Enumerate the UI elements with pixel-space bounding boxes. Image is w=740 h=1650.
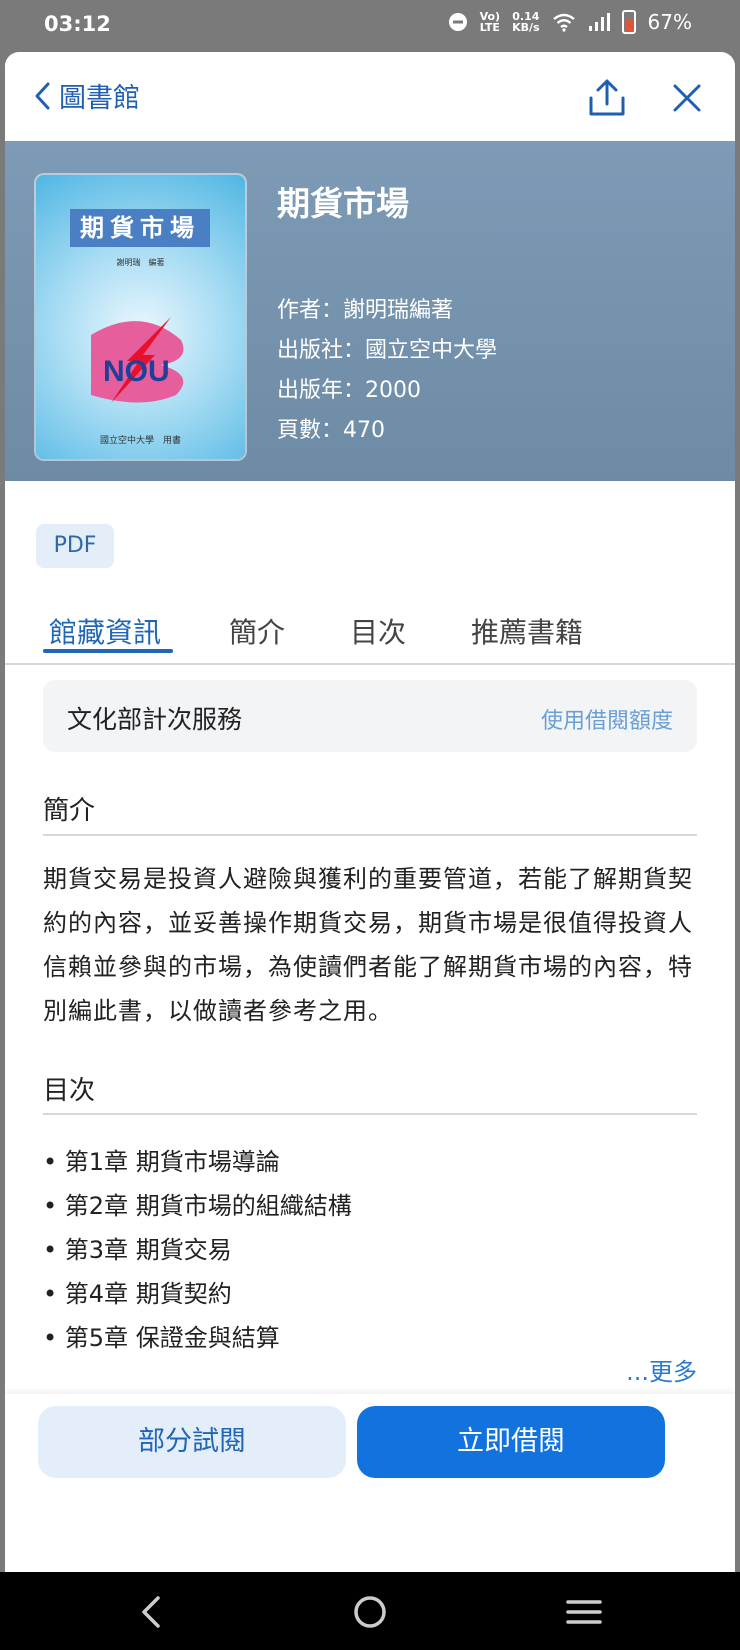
preview-button[interactable]: 部分試閱 <box>38 1406 346 1478</box>
nou-logo: NOU <box>91 317 184 403</box>
toc-item: 第3章 期貨交易 <box>43 1228 352 1272</box>
signal-icon <box>588 13 610 31</box>
toc-item: 第4章 期貨契約 <box>43 1272 352 1316</box>
toc-more-link[interactable]: ...更多 <box>626 1352 697 1387</box>
use-quota-link[interactable]: 使用借閱額度 <box>541 703 673 735</box>
format-badge: PDF <box>36 524 114 568</box>
tab-intro[interactable]: 簡介 <box>229 611 285 651</box>
nav-menu-icon[interactable] <box>562 1590 606 1634</box>
status-time: 03:12 <box>44 12 111 36</box>
book-pages: 頁數：470 <box>277 418 385 443</box>
network-type-bottom: LTE <box>479 21 500 34</box>
intro-divider <box>43 834 697 836</box>
toc-item: 第5章 保證金與結算 <box>43 1316 352 1360</box>
intro-heading: 簡介 <box>43 796 96 826</box>
nav-back-icon[interactable] <box>130 1590 174 1634</box>
cover-title: 期貨市場 <box>70 209 210 247</box>
book-publisher: 出版社：國立空中大學 <box>277 338 498 363</box>
chevron-left-icon <box>35 82 50 109</box>
action-bar: 部分試閱 立即借閱 <box>5 1394 735 1572</box>
book-meta: 作者：謝明瑞編著 出版社：國立空中大學 出版年：2000 頁數：470 <box>277 291 497 451</box>
tab-bar: 館藏資訊 簡介 目次 推薦書籍 <box>5 597 735 665</box>
tab-collection-info[interactable]: 館藏資訊 <box>49 611 161 651</box>
toc-divider <box>43 1113 697 1115</box>
battery-icon <box>621 10 636 34</box>
system-nav-bar <box>0 1572 740 1650</box>
toc-item: 第2章 期貨市場的組織結構 <box>43 1184 352 1228</box>
tab-indicator <box>43 649 173 653</box>
book-author: 作者：謝明瑞編著 <box>277 298 454 323</box>
top-bar: 圖書館 <box>5 52 735 140</box>
network-speed: 0.14 KB/s <box>512 11 539 33</box>
status-icons: Vo) LTE 0.14 KB/s 67% <box>448 10 692 34</box>
dnd-icon <box>448 13 467 31</box>
share-icon[interactable] <box>585 76 629 120</box>
tab-toc[interactable]: 目次 <box>350 611 406 651</box>
intro-text: 期貨交易是投資人避險與獲利的重要管道，若能了解期貨契約的內容，並妥善操作期貨交易… <box>43 865 693 1025</box>
cover-publisher: 國立空中大學 用書 <box>99 436 181 446</box>
toc-heading: 目次 <box>43 1076 96 1106</box>
tab-recommended[interactable]: 推薦書籍 <box>471 611 583 651</box>
cover-author: 謝明瑞 編著 <box>116 258 165 267</box>
book-detail-sheet: 圖書館 期貨市場 謝明瑞 編著 NOU 國立空中大學 用書 期貨市場 作者：謝明… <box>5 52 735 1572</box>
network-type: Vo) LTE <box>480 11 501 33</box>
status-bar: 03:12 Vo) LTE 0.14 KB/s 67% <box>0 0 740 52</box>
nav-home-icon[interactable] <box>348 1590 392 1634</box>
service-label: 文化部計次服務 <box>67 705 243 734</box>
book-cover: 期貨市場 謝明瑞 編著 NOU 國立空中大學 用書 <box>36 175 245 459</box>
borrow-button[interactable]: 立即借閱 <box>357 1406 665 1478</box>
book-header: 期貨市場 謝明瑞 編著 NOU 國立空中大學 用書 期貨市場 作者：謝明瑞編著 … <box>5 141 735 481</box>
service-card: 文化部計次服務 使用借閱額度 <box>43 680 697 752</box>
close-icon[interactable] <box>665 76 709 120</box>
book-year: 出版年：2000 <box>277 378 421 403</box>
toc-item: 第1章 期貨市場導論 <box>43 1140 352 1184</box>
cover-logo-text: NOU <box>103 355 170 388</box>
book-title: 期貨市場 <box>277 184 409 223</box>
network-speed-bottom: KB/s <box>512 21 540 34</box>
wifi-icon <box>552 13 575 32</box>
battery-percent: 67% <box>647 10 692 34</box>
back-label: 圖書館 <box>59 83 140 114</box>
toc-list: 第1章 期貨市場導論 第2章 期貨市場的組織結構 第3章 期貨交易 第4章 期貨… <box>43 1140 352 1360</box>
back-button[interactable]: 圖書館 <box>33 76 140 115</box>
